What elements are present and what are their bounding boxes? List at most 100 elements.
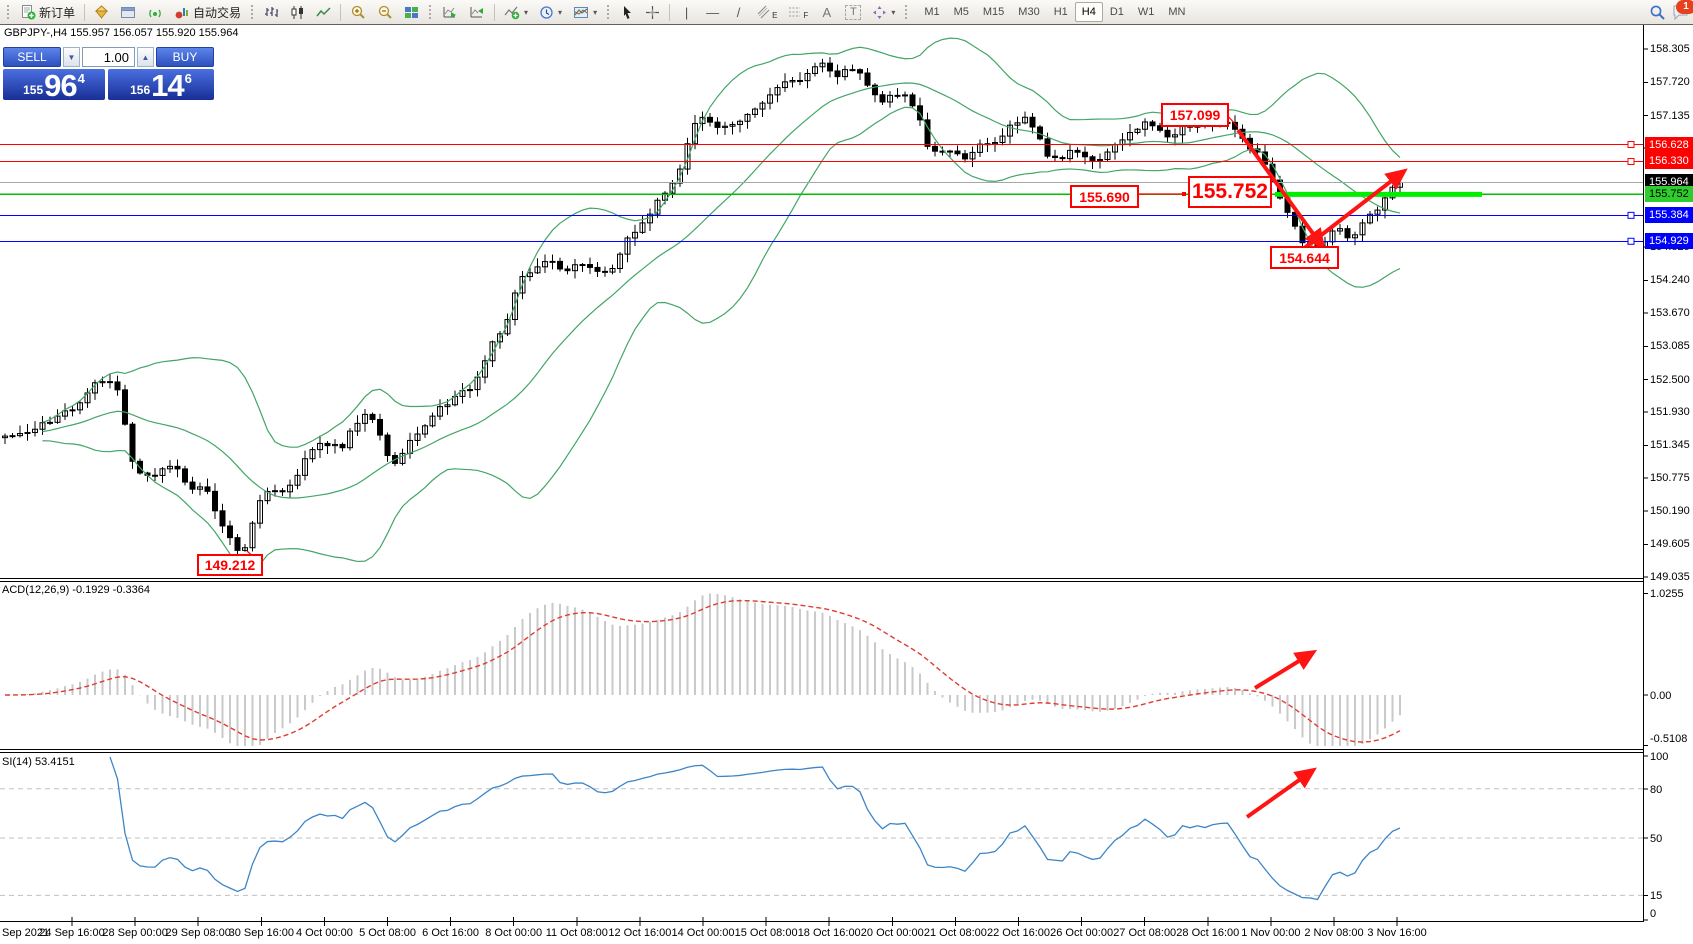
timeframe-M30[interactable]: M30 <box>1011 2 1046 22</box>
terminal-icon <box>121 6 136 18</box>
candlestick-layer <box>2 57 1403 556</box>
terminal-button[interactable] <box>115 1 141 23</box>
toolbar-grip[interactable] <box>904 4 910 20</box>
symbol-ohlc-header: GBPJPY-,H4 155.957 156.057 155.920 155.9… <box>4 27 239 39</box>
auto-scroll-button[interactable] <box>437 1 463 23</box>
toolbar-separator <box>494 3 496 21</box>
volume-input[interactable]: 1.00 <box>82 47 135 67</box>
line-chart-button[interactable] <box>311 1 336 23</box>
horizontal-lines-layer[interactable] <box>0 141 1643 245</box>
toolbar-grip[interactable] <box>428 4 434 20</box>
timeframe-toolbar: M1 M5 M15 M30 H1 H4 D1 W1 MN <box>917 2 1192 22</box>
toolbar-separator <box>84 3 86 21</box>
trend-arrow-rsi[interactable] <box>1245 767 1317 819</box>
annotation-155.752[interactable]: 155.752 <box>1188 176 1272 208</box>
fibonacci-icon <box>789 7 801 16</box>
macd-label: ACD(12,26,9) -0.1929 -0.3364 <box>2 584 150 596</box>
zoom-in-button[interactable] <box>345 1 371 23</box>
hline-handle[interactable] <box>1627 211 1635 219</box>
chat-button[interactable]: 1 <box>1672 0 1693 21</box>
text-tool-icon: A <box>822 4 832 20</box>
chart-shift-button[interactable] <box>464 1 490 23</box>
crosshair-icon <box>646 5 660 19</box>
new-order-button[interactable]: 新订单 <box>15 1 80 23</box>
indicators-button[interactable]: ▾ <box>499 1 533 23</box>
timeframe-M1[interactable]: M1 <box>917 2 946 22</box>
periods-button[interactable]: ▾ <box>534 1 567 23</box>
shapes-tool[interactable]: ▾ <box>867 1 900 23</box>
timeframe-H1[interactable]: H1 <box>1047 2 1075 22</box>
text-tool[interactable]: A <box>814 1 839 23</box>
annotation-157.099[interactable]: 157.099 <box>1161 103 1229 127</box>
toolbar-separator <box>340 3 342 21</box>
text-label-tool[interactable]: T <box>840 1 866 23</box>
chart-shift-icon <box>470 6 484 17</box>
auto-scroll-icon <box>443 6 457 18</box>
templates-dropdown-caret[interactable]: ▾ <box>593 8 597 17</box>
toolbar-separator <box>669 3 671 21</box>
timeframe-M15[interactable]: M15 <box>976 2 1011 22</box>
toolbar-grip[interactable] <box>6 4 11 20</box>
search-icon[interactable] <box>1649 4 1666 21</box>
fibonacci-tool[interactable]: F <box>783 1 813 23</box>
buy-price-pips: 14 <box>151 68 184 103</box>
sell-price-fraction: 4 <box>77 71 85 86</box>
hline-handle[interactable] <box>1627 237 1635 245</box>
volume-decrease-button[interactable]: ▼ <box>63 47 80 67</box>
time-axis[interactable] <box>0 922 1643 944</box>
bar-chart-button[interactable] <box>259 1 284 23</box>
timeframe-D1[interactable]: D1 <box>1103 2 1131 22</box>
channel-tool[interactable]: E <box>752 1 782 23</box>
macd-histogram <box>11 593 1401 746</box>
annotation-anchor-dot <box>1182 192 1186 196</box>
chart-canvas[interactable] <box>0 0 1693 944</box>
periods-dropdown-caret[interactable]: ▾ <box>558 8 562 17</box>
annotation-154.644[interactable]: 154.644 <box>1270 246 1339 269</box>
vertical-line-icon: | <box>684 4 689 20</box>
indicators-dropdown-caret[interactable]: ▾ <box>524 8 528 17</box>
zoom-out-icon <box>378 5 392 19</box>
autotrading-label: 自动交易 <box>193 5 242 20</box>
notification-badge: 1 <box>1676 0 1693 14</box>
signals-button[interactable] <box>142 1 168 23</box>
new-order-label: 新订单 <box>39 5 76 20</box>
price-axis[interactable] <box>1644 24 1693 922</box>
hline-handle[interactable] <box>1627 141 1635 149</box>
channel-icon <box>757 5 770 18</box>
cursor-button[interactable] <box>615 1 639 23</box>
volume-increase-button[interactable]: ▲ <box>137 47 154 67</box>
sell-button[interactable]: SELL <box>3 47 61 67</box>
trend-arrow-macd[interactable] <box>1253 649 1318 690</box>
toolbar-right: 1 <box>1649 0 1693 21</box>
timeframe-MN[interactable]: MN <box>1161 2 1192 22</box>
signals-icon <box>149 9 161 17</box>
buy-price-panel[interactable]: 156 14 6 <box>108 68 214 103</box>
zoom-out-button[interactable] <box>372 1 398 23</box>
line-chart-icon <box>316 6 331 16</box>
sell-price-panel[interactable]: 155 96 4 <box>3 69 105 101</box>
new-order-icon <box>22 5 36 20</box>
toolbar-grip[interactable] <box>250 4 256 20</box>
templates-button[interactable]: ▾ <box>568 1 602 23</box>
crosshair-button[interactable] <box>640 1 665 23</box>
shapes-dropdown-caret[interactable]: ▾ <box>891 8 895 17</box>
timeframe-H4[interactable]: H4 <box>1074 2 1103 22</box>
horizontal-line-tool[interactable]: — <box>700 1 725 23</box>
trendline-tool[interactable]: / <box>726 1 751 23</box>
buy-price-fraction: 6 <box>184 71 192 86</box>
annotation-155.690[interactable]: 155.690 <box>1070 185 1139 208</box>
timeframe-W1[interactable]: W1 <box>1131 2 1162 22</box>
buy-button[interactable]: BUY <box>156 47 214 67</box>
vertical-line-tool[interactable]: | <box>674 1 699 23</box>
hline-handle[interactable] <box>1627 157 1635 165</box>
tile-windows-icon <box>405 6 419 18</box>
horizontal-line-icon: — <box>706 4 720 20</box>
autotrading-button[interactable]: 自动交易 <box>169 1 246 23</box>
candlestick-chart-button[interactable] <box>285 1 310 23</box>
clock-icon <box>540 5 553 19</box>
tile-windows-button[interactable] <box>399 1 424 23</box>
toolbar-grip[interactable] <box>606 4 612 20</box>
market-button[interactable] <box>89 1 114 23</box>
annotation-149.212[interactable]: 149.212 <box>197 554 263 576</box>
timeframe-M5[interactable]: M5 <box>947 2 976 22</box>
